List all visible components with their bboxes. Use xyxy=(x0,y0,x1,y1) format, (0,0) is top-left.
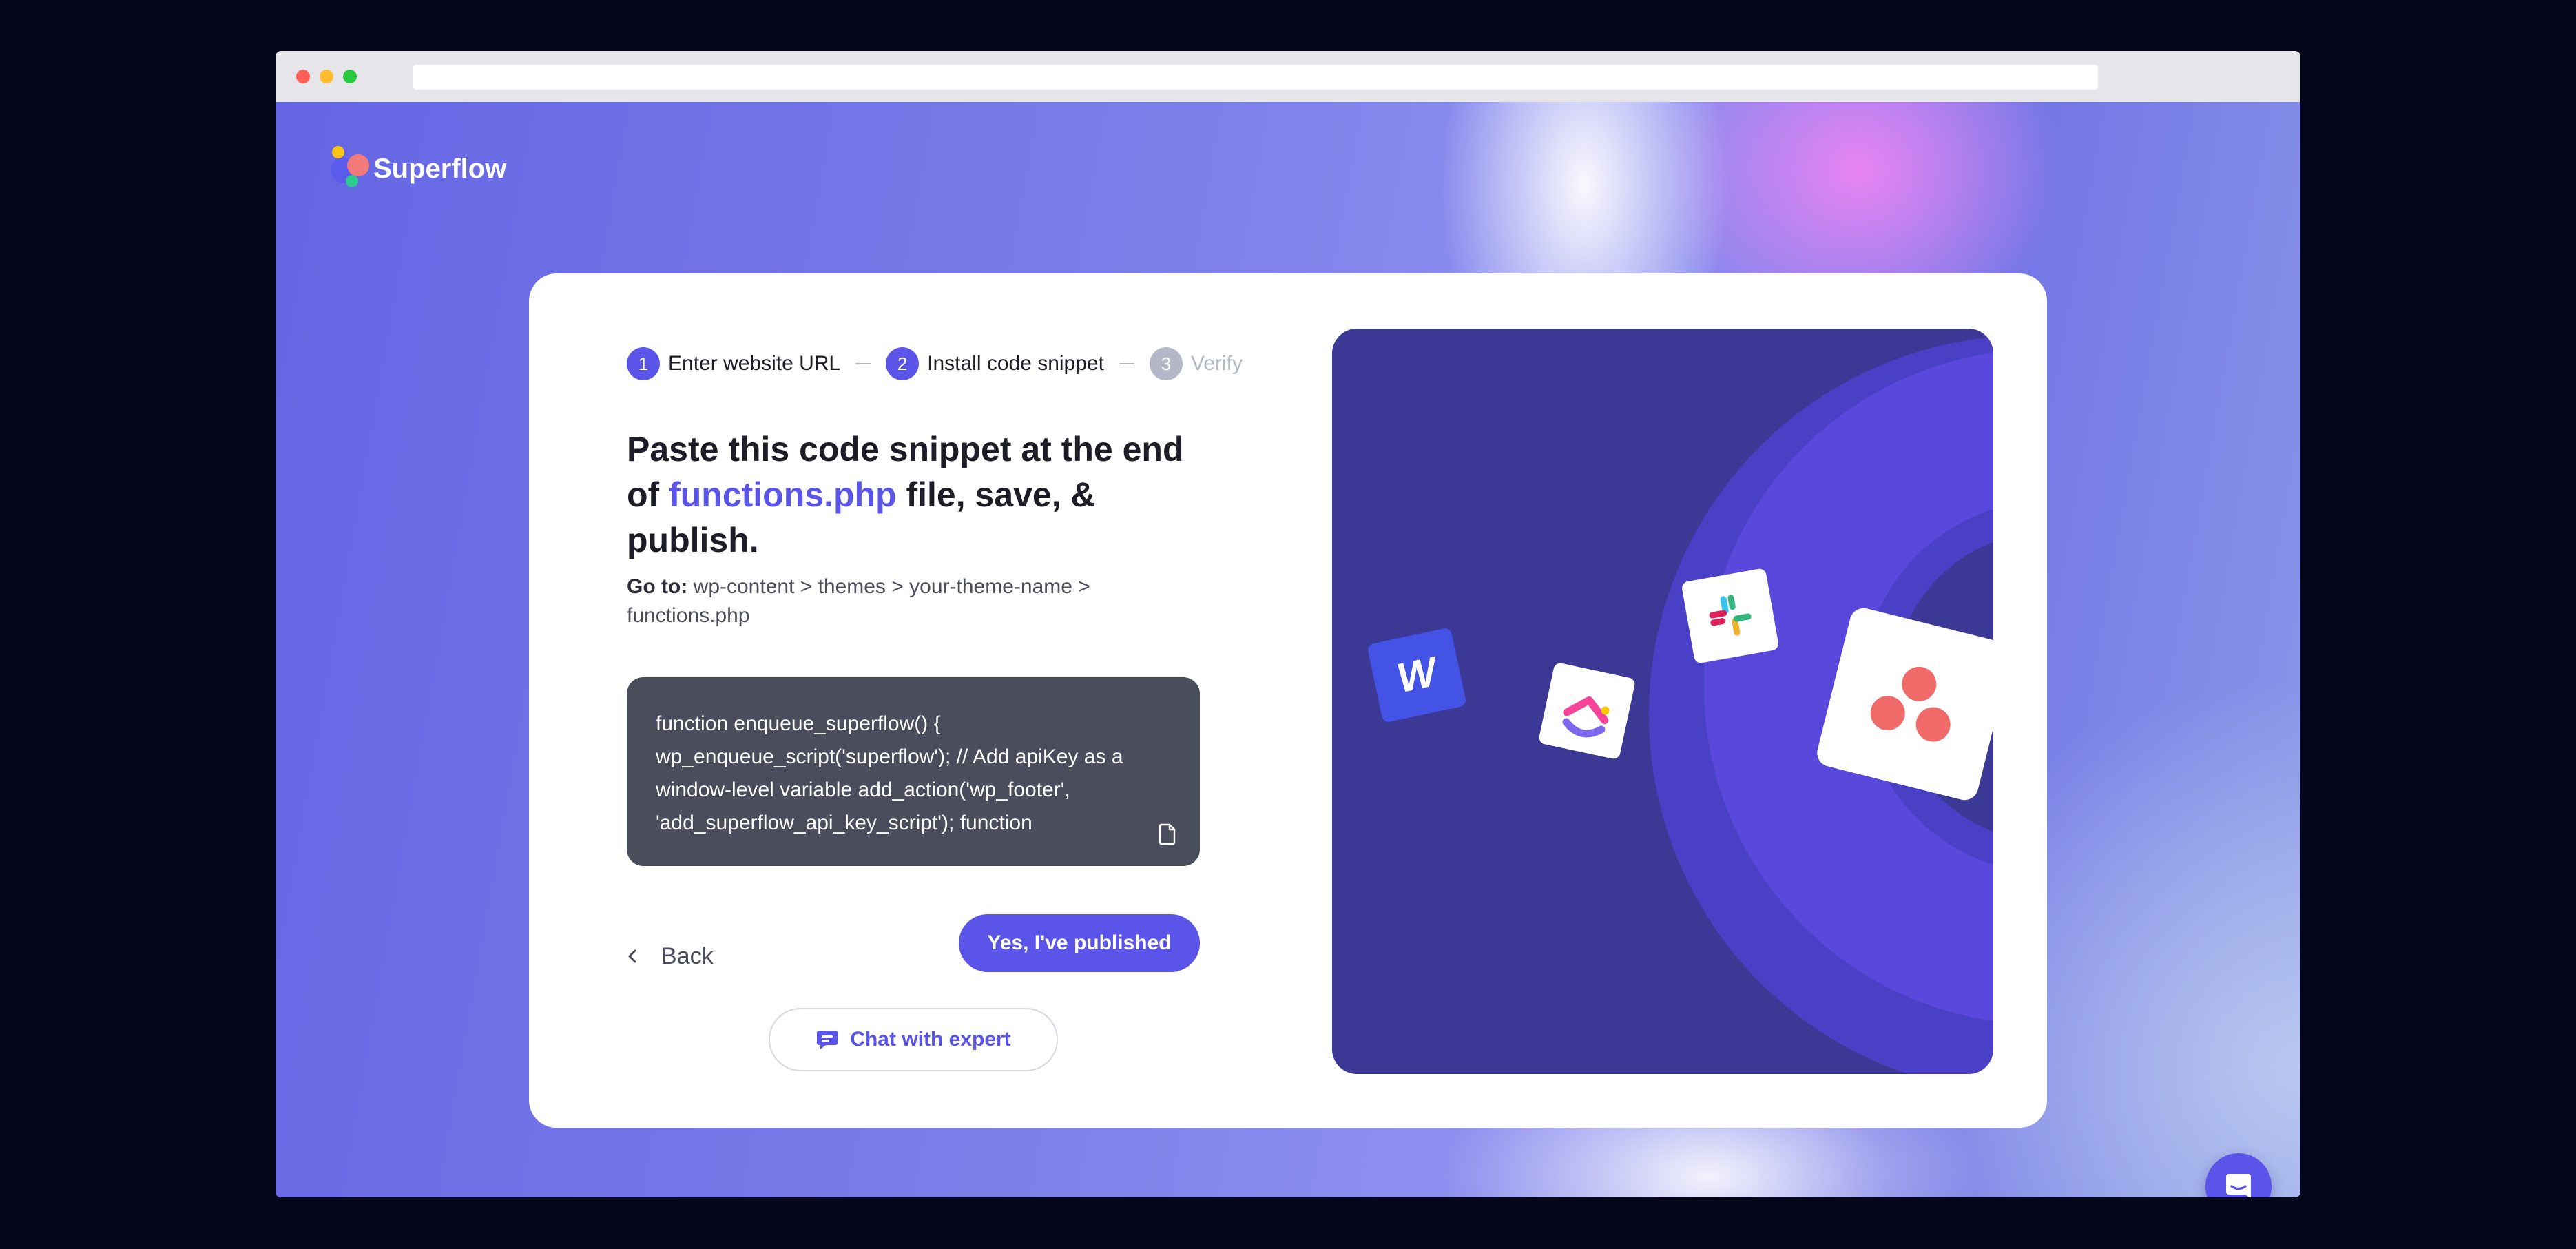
webflow-icon: W xyxy=(1368,628,1466,722)
brand-name: Superflow xyxy=(373,153,507,184)
browser-window: Superflow 1 Enter website URL 2 Install … xyxy=(276,51,2300,1197)
page-title: Paste this code snippet at the end of fu… xyxy=(627,426,1219,563)
step-1-number: 1 xyxy=(627,347,660,380)
step-2-number: 2 xyxy=(886,347,920,380)
page-viewport: Superflow 1 Enter website URL 2 Install … xyxy=(276,102,2300,1197)
step-separator xyxy=(855,363,871,364)
goto-label: Go to: xyxy=(627,575,688,598)
goto-path: wp-content > themes > your-theme-name > … xyxy=(627,575,1090,627)
copy-icon[interactable] xyxy=(1157,822,1178,845)
slack-icon xyxy=(1682,568,1778,663)
clickup-icon xyxy=(1539,663,1635,759)
integrations-illustration: W xyxy=(1332,329,1993,1074)
brand[interactable]: Superflow xyxy=(324,145,506,193)
illustration-art: W xyxy=(1368,337,1993,1074)
superflow-logo-icon xyxy=(324,145,369,193)
step-separator xyxy=(1119,363,1134,364)
close-window-button[interactable] xyxy=(296,70,310,83)
address-bar[interactable] xyxy=(413,65,2098,90)
chat-bubble-icon xyxy=(817,1031,838,1049)
back-label: Back xyxy=(661,942,714,969)
title-filename: functions.php xyxy=(669,475,897,514)
chat-label: Chat with expert xyxy=(850,1028,1011,1051)
step-3-number: 3 xyxy=(1149,347,1183,380)
back-button[interactable]: Back xyxy=(627,927,714,986)
step-2-label: Install code snippet xyxy=(927,352,1104,375)
file-path-hint: Go to: wp-content > themes > your-theme-… xyxy=(627,572,1164,630)
step-3-label: Verify xyxy=(1190,352,1243,375)
step-1-label: Enter website URL xyxy=(668,352,841,375)
code-snippet-box: function enqueue_superflow() { wp_enqueu… xyxy=(627,677,1200,866)
published-confirm-button[interactable]: Yes, I've published xyxy=(959,914,1200,972)
messenger-icon xyxy=(2226,1174,2251,1197)
maximize-window-button[interactable] xyxy=(343,70,357,83)
stepper: 1 Enter website URL 2 Install code snipp… xyxy=(627,347,1243,381)
setup-card: 1 Enter website URL 2 Install code snipp… xyxy=(529,273,2047,1128)
chevron-left-icon xyxy=(628,949,636,963)
browser-titlebar xyxy=(276,51,2300,102)
support-chat-launcher[interactable] xyxy=(2205,1153,2272,1197)
minimize-window-button[interactable] xyxy=(320,70,333,83)
code-snippet-text[interactable]: function enqueue_superflow() { wp_enqueu… xyxy=(656,708,1179,840)
chat-with-expert-button[interactable]: Chat with expert xyxy=(769,1008,1058,1071)
